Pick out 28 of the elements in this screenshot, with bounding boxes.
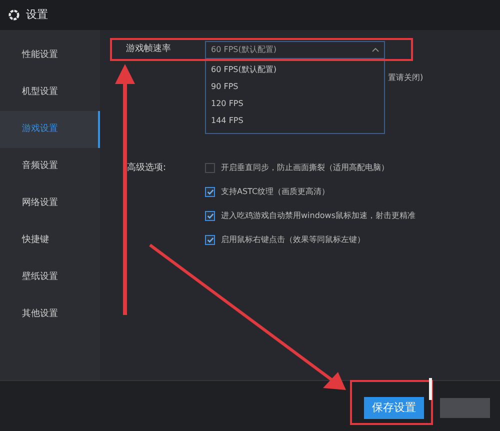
checkbox[interactable] xyxy=(205,235,215,245)
frame-rate-dropdown[interactable]: 60 FPS(默认配置) xyxy=(205,41,385,59)
checkbox-label: 进入吃鸡游戏自动禁用windows鼠标加速，射击更精准 xyxy=(221,210,416,222)
dropdown-option[interactable]: 120 FPS xyxy=(206,95,384,112)
dropdown-option[interactable]: 90 FPS xyxy=(206,78,384,95)
checkbox[interactable] xyxy=(205,211,215,221)
checkbox[interactable] xyxy=(205,163,215,173)
dropdown-option[interactable]: 60 FPS(默认配置) xyxy=(206,61,384,78)
sidebar-item[interactable]: 快捷键 xyxy=(0,222,100,259)
sidebar-item[interactable]: 游戏设置 xyxy=(0,111,100,148)
window-title: 设置 xyxy=(26,6,48,23)
frame-rate-label: 游戏帧速率 xyxy=(126,43,172,56)
checkbox-label: 启用鼠标右键点击（效果等同鼠标左键） xyxy=(221,234,365,246)
sidebar-item[interactable]: 其他设置 xyxy=(0,296,100,333)
sidebar-item[interactable]: 性能设置 xyxy=(0,37,100,74)
sidebar-item[interactable]: 网络设置 xyxy=(0,185,100,222)
option-text: 置请关闭) xyxy=(388,72,424,84)
sidebar-item[interactable]: 机型设置 xyxy=(0,74,100,111)
sidebar-item[interactable]: 音频设置 xyxy=(0,148,100,185)
scrollbar-thumb xyxy=(429,378,432,400)
sidebar-item[interactable]: 壁纸设置 xyxy=(0,259,100,296)
advanced-label: 高级选项: xyxy=(127,162,168,175)
checkbox[interactable] xyxy=(205,187,215,197)
dropdown-option[interactable]: 144 FPS xyxy=(206,112,384,129)
checkbox-label: 开启垂直同步，防止画面撕裂（适用高配电脑） xyxy=(221,162,389,174)
settings-icon xyxy=(8,9,20,21)
caret-up-icon xyxy=(372,48,379,52)
checkbox-label: 支持ASTC纹理（画质更高清） xyxy=(221,186,330,198)
